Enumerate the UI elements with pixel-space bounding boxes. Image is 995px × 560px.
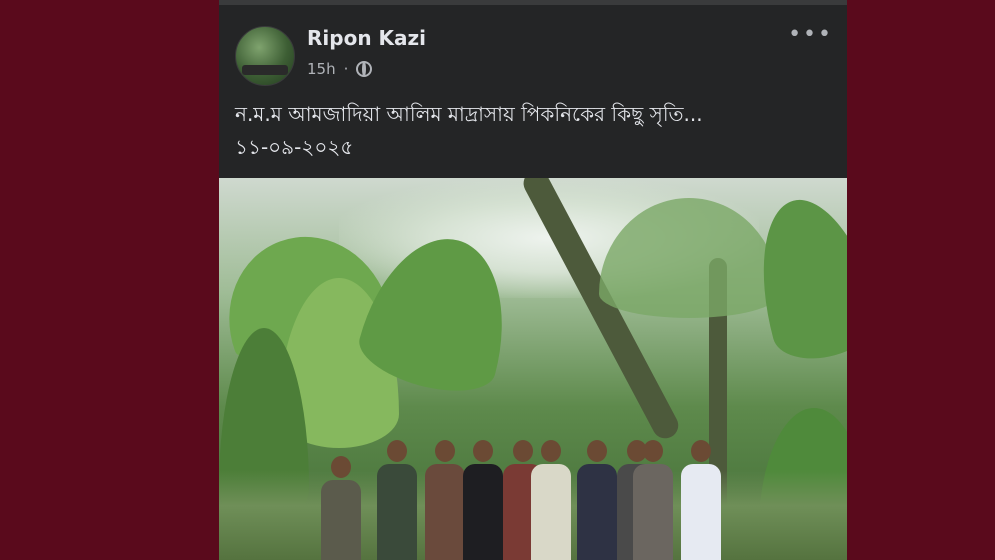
card-top-divider bbox=[219, 0, 847, 5]
post-photo[interactable] bbox=[219, 178, 847, 560]
facebook-post-card: Ripon Kazi 15h · ••• ন.ম.ম আমজাদিয়া আলি… bbox=[219, 0, 847, 560]
meta-separator: · bbox=[343, 60, 349, 78]
post-caption: ন.ম.ম আমজাদিয়া আলিম মাদ্রাসায় পিকনিকের… bbox=[235, 98, 703, 164]
photo-person bbox=[577, 440, 617, 560]
more-options-icon[interactable]: ••• bbox=[788, 22, 833, 47]
author-avatar[interactable] bbox=[235, 26, 295, 86]
post-caption-line-1: ন.ম.ম আমজাদিয়া আলিম মাদ্রাসায় পিকনিকের… bbox=[235, 102, 703, 126]
globe-icon[interactable] bbox=[356, 61, 373, 77]
post-header: Ripon Kazi 15h · ••• bbox=[219, 14, 847, 104]
photo-person bbox=[425, 440, 465, 560]
post-time[interactable]: 15h bbox=[307, 60, 336, 78]
post-meta: 15h · bbox=[307, 60, 373, 78]
photo-person bbox=[681, 440, 721, 560]
author-name[interactable]: Ripon Kazi bbox=[307, 26, 426, 50]
photo-person bbox=[463, 440, 503, 560]
photo-person bbox=[633, 440, 673, 560]
photo-person bbox=[377, 440, 417, 560]
avatar-photo-detail bbox=[242, 65, 288, 75]
post-caption-line-2: ১১-০৯-২০২৫ bbox=[235, 135, 354, 159]
photo-person bbox=[321, 456, 361, 560]
photo-person bbox=[531, 440, 571, 560]
